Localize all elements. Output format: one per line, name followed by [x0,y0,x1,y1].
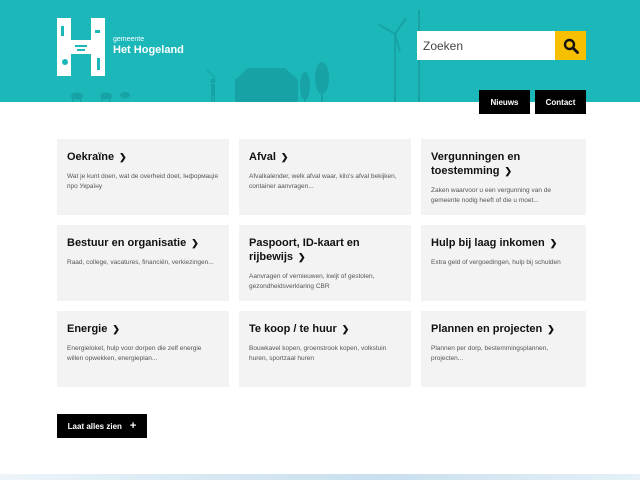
card-title: Oekraïne [67,151,115,163]
search-button[interactable] [555,31,586,60]
card-description: Afvalkalender, welk afval waar, kilo's a… [249,173,397,190]
topic-card-bestuur[interactable]: Bestuur en organisatie ❯ Raad, college, v… [57,225,229,301]
card-title: Bestuur en organisatie [67,237,187,249]
site-header: gemeente Het Hogeland [0,0,640,102]
logo-h-icon [57,18,105,76]
topic-card-paspoort[interactable]: Paspoort, ID-kaart en rijbewijs ❯ Aanvrag… [239,225,411,301]
chevron-right-icon: ❯ [341,324,350,334]
topic-card-energie[interactable]: Energie ❯ Energieloket, hulp voor dorpen … [57,311,229,387]
chevron-right-icon: ❯ [112,324,120,334]
card-title: Energie [67,323,108,335]
topic-card-oekraine[interactable]: Oekraïne ❯ Wat je kunt doen, wat de overh… [57,139,229,215]
card-title-row: Oekraïne ❯ [67,150,219,164]
card-title-row: Energie ❯ [67,322,219,336]
topic-card-afval[interactable]: Afval ❯ Afvalkalender, welk afval waar, k… [239,139,411,215]
news-button[interactable]: Nieuws [479,90,530,114]
site-logo[interactable]: gemeente Het Hogeland [57,18,184,76]
chevron-right-icon: ❯ [119,152,127,162]
card-title: Hulp bij laag inkomen [431,237,545,249]
contact-button[interactable]: Contact [535,90,586,114]
card-description: Zaken waarvoor u een vergunning van de g… [431,187,551,204]
card-title-row: Paspoort, ID-kaart en rijbewijs ❯ [249,236,401,264]
card-description: Plannen per dorp, bestemmingsplannen, pr… [431,345,549,362]
logo-subtitle: gemeente [113,36,145,43]
topic-card-te-koop[interactable]: Te koop / te huur ❯ Bouwkavel kopen, groe… [239,311,411,387]
show-all-label: Laat alles zien [67,421,122,431]
card-description: Aanvragen of vernieuwen, kwijt of gestol… [249,273,375,290]
topic-card-vergunningen[interactable]: Vergunningen en toestemming ❯ Zaken waarv… [421,139,586,215]
show-all-button[interactable]: Laat alles zien + [57,414,147,438]
card-description: Energieloket, hulp voor dorpen die zelf … [67,345,202,362]
search-bar [417,31,586,60]
topic-card-hulp-inkomen[interactable]: Hulp bij laag inkomen ❯ Extra geld of ver… [421,225,586,301]
card-description: Wat je kunt doen, wat de overheid doet, … [67,173,218,190]
card-title: Afval [249,151,276,163]
topic-card-plannen[interactable]: Plannen en projecten ❯ Plannen per dorp, … [421,311,586,387]
topic-grid: Oekraïne ❯ Wat je kunt doen, wat de overh… [57,139,586,387]
logo-title: Het Hogeland [113,44,184,56]
search-icon [563,38,579,54]
card-title-row: Hulp bij laag inkomen ❯ [431,236,576,250]
footer-strip [0,474,640,480]
card-title-row: Plannen en projecten ❯ [431,322,576,336]
card-description: Bouwkavel kopen, groenstrook kopen, volk… [249,345,387,362]
logo-text: gemeente Het Hogeland [113,36,184,57]
plus-icon: + [129,420,137,432]
card-title-row: Afval ❯ [249,150,401,164]
card-description: Raad, college, vacatures, financiën, ver… [67,259,214,266]
card-description: Extra geld of vergoedingen, hulp bij sch… [431,259,561,266]
chevron-right-icon: ❯ [280,152,289,162]
chevron-right-icon: ❯ [191,238,199,248]
search-input[interactable] [417,31,555,60]
chevron-right-icon: ❯ [504,166,513,176]
card-title: Te koop / te huur [249,323,337,335]
card-title: Plannen en projecten [431,323,543,335]
chevron-right-icon: ❯ [549,238,558,248]
card-title-row: Vergunningen en toestemming ❯ [431,150,576,178]
card-title-row: Bestuur en organisatie ❯ [67,236,219,250]
card-title-row: Te koop / te huur ❯ [249,322,401,336]
chevron-right-icon: ❯ [298,252,306,262]
chevron-right-icon: ❯ [547,324,555,334]
